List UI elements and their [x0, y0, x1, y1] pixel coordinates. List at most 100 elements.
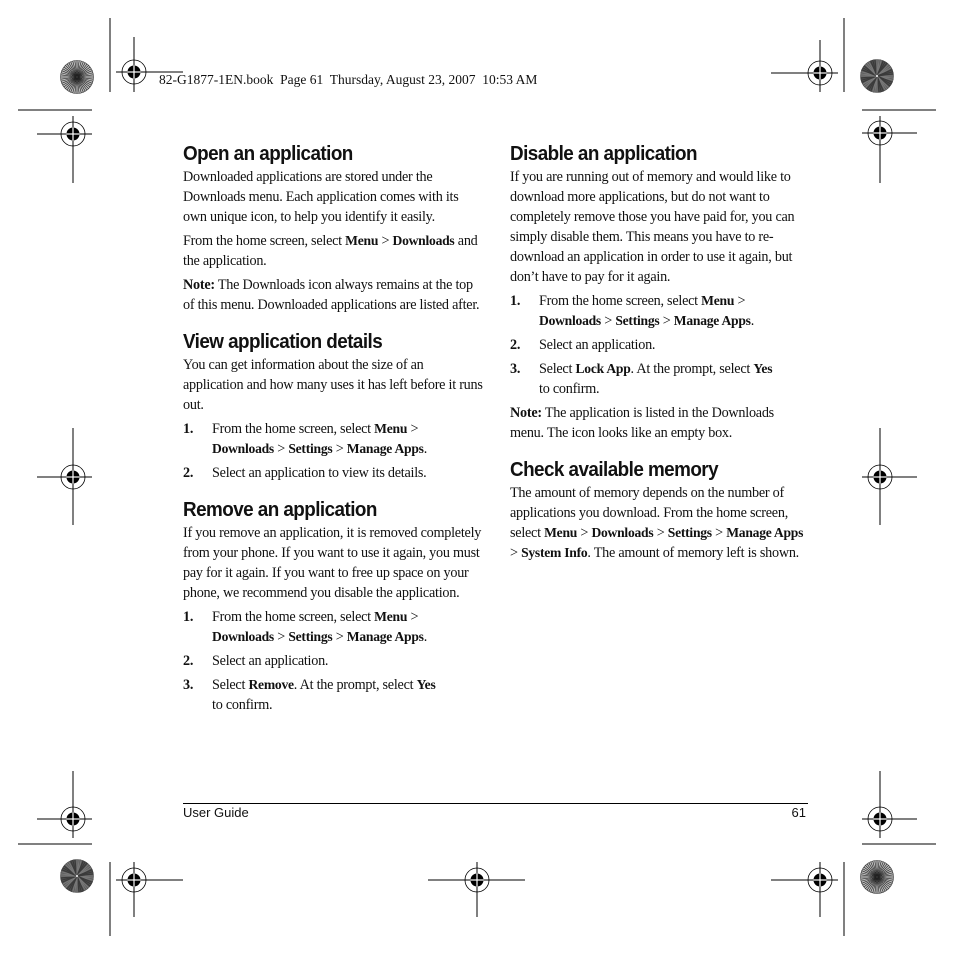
- color-wheel-ray: [860, 73, 878, 77]
- color-wheel-ray: [862, 75, 878, 85]
- color-wheel-ray: [866, 876, 878, 891]
- color-wheel-ray: [876, 876, 888, 891]
- color-wheel-ray: [76, 60, 82, 78]
- color-wheel-ray: [76, 860, 84, 877]
- color-wheel-ray: [862, 67, 878, 77]
- color-wheel-ray: [61, 869, 78, 877]
- separator: >: [378, 233, 393, 249]
- color-wheel-ray: [860, 75, 878, 81]
- note-text: The application is listed in the Downloa…: [510, 405, 774, 441]
- color-wheel-ray: [866, 863, 878, 878]
- color-wheel-ray: [876, 876, 891, 888]
- menu-term: Yes: [753, 361, 773, 376]
- step-item: 2. Select an application.: [183, 651, 483, 671]
- color-wheel-ray: [76, 875, 92, 885]
- step-number: 2.: [510, 337, 521, 353]
- text: to confirm.: [212, 697, 273, 713]
- color-wheel-ray: [76, 76, 91, 88]
- step-item: 2. Select an application to view its deta…: [183, 463, 483, 483]
- text: Select an application.: [539, 337, 656, 353]
- step-number: 1.: [183, 421, 194, 437]
- menu-term: Downloads: [539, 313, 601, 328]
- separator: >: [711, 525, 727, 541]
- color-wheel-ray: [76, 875, 94, 881]
- color-wheel-top-left: [60, 60, 94, 94]
- color-wheel-ray: [76, 861, 86, 877]
- color-wheel-ray: [63, 66, 78, 78]
- color-wheel-ray: [870, 876, 878, 893]
- color-wheel-ray: [864, 63, 878, 77]
- color-wheel-ray: [70, 875, 78, 892]
- paragraph: From the home screen, select Menu > Down…: [183, 231, 483, 271]
- text: . At the prompt, select: [630, 361, 754, 377]
- color-wheel-ray: [876, 860, 882, 878]
- color-wheel-ray: [876, 75, 882, 93]
- steps-list: 1. From the home screen, select Menu > Do…: [183, 607, 483, 715]
- text: .: [423, 629, 428, 645]
- color-wheel-ray: [60, 871, 78, 877]
- color-wheel-ray: [76, 875, 80, 893]
- color-wheel-ray: [876, 75, 880, 93]
- separator: >: [332, 629, 347, 645]
- text: .: [423, 441, 428, 457]
- color-wheel-ray: [76, 875, 88, 890]
- color-wheel-ray: [76, 60, 80, 78]
- text: Select an application.: [212, 653, 329, 669]
- note-text: The Downloads icon always remains at the…: [183, 277, 480, 313]
- registration-mark-top-right-1: [771, 40, 838, 92]
- text: . At the prompt, select: [293, 677, 417, 693]
- menu-term: Yes: [416, 677, 436, 692]
- color-wheel-ray: [74, 875, 78, 893]
- color-wheel-ray: [66, 76, 78, 91]
- color-wheel-ray: [72, 875, 78, 893]
- color-wheel-ray: [76, 76, 88, 91]
- color-wheel-ray: [876, 60, 884, 77]
- color-wheel-ray: [876, 876, 894, 882]
- color-wheel-ray: [876, 75, 893, 83]
- menu-term: Downloads: [392, 233, 455, 248]
- color-wheel-ray: [868, 75, 878, 91]
- color-wheel-ray: [68, 861, 78, 877]
- color-wheel-ray: [66, 63, 78, 78]
- color-wheel-ray: [66, 875, 78, 890]
- step-number: 3.: [510, 361, 521, 377]
- text: .: [750, 313, 755, 329]
- registration-mark-middle-right: [862, 428, 917, 525]
- color-wheel-ray: [76, 875, 94, 879]
- color-wheel-ray: [860, 71, 878, 77]
- color-wheel-ray: [70, 860, 78, 877]
- color-wheel-ray: [63, 865, 78, 877]
- color-wheel-ray: [874, 860, 878, 878]
- color-wheel-ray: [72, 76, 78, 94]
- section-open-application: Open an application Downloaded applicati…: [183, 141, 483, 315]
- section-heading: Check available memory: [510, 458, 719, 481]
- color-wheel-ray: [876, 876, 893, 884]
- color-wheel-ray: [861, 69, 878, 77]
- menu-term: Menu: [544, 525, 578, 540]
- color-wheel-ray: [876, 75, 886, 91]
- step-item: 3. Select Remove. At the prompt, select Y…: [183, 675, 483, 715]
- color-wheel-ray: [861, 870, 878, 878]
- registration-mark-top-right-2: [862, 116, 917, 183]
- paragraph: If you remove an application, it is remo…: [183, 525, 482, 601]
- menu-term: System Info: [521, 545, 588, 560]
- step-item: 2. Select an application.: [510, 335, 810, 355]
- color-wheel-ray: [74, 76, 78, 94]
- color-wheel-ray: [65, 65, 78, 78]
- section-heading: View application details: [183, 330, 383, 353]
- text: Select an application to view its detail…: [212, 465, 427, 481]
- color-wheel-ray: [860, 872, 878, 878]
- menu-term: Menu: [374, 421, 408, 436]
- color-wheel-ray: [76, 74, 94, 78]
- menu-term: Menu: [345, 233, 379, 248]
- color-wheel-ray: [870, 861, 878, 878]
- color-wheel-ray: [876, 866, 891, 878]
- color-wheel-ray: [863, 75, 878, 87]
- color-wheel-ray: [863, 65, 878, 77]
- menu-term: Settings: [288, 441, 333, 456]
- section-disable-application: Disable an application If you are runnin…: [510, 141, 810, 443]
- color-wheel-ray: [876, 876, 880, 894]
- color-wheel-ray: [860, 876, 878, 882]
- color-wheel-ray: [860, 75, 878, 79]
- registration-mark-bottom-right-2: [771, 862, 838, 917]
